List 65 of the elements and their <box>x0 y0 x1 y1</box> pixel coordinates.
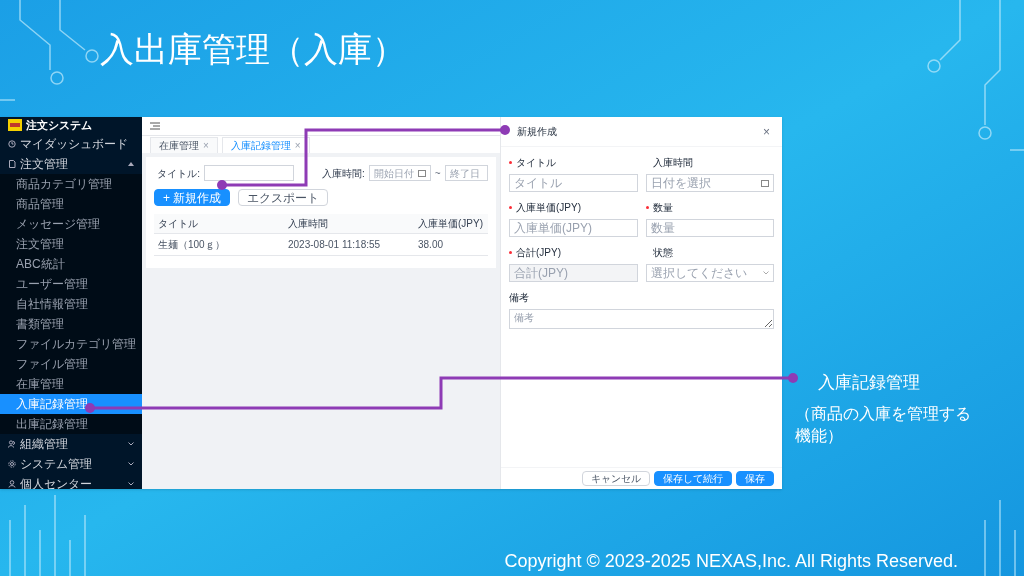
remark-textarea[interactable]: 備考 <box>509 309 774 329</box>
tab[interactable]: 在庫管理 × <box>150 137 218 153</box>
field-label: 入庫単価(JPY) <box>509 200 581 215</box>
document-icon <box>8 159 16 168</box>
menu-item[interactable]: システム管理 <box>0 453 142 474</box>
people-icon <box>8 439 16 448</box>
app-title: 注文システム <box>26 118 92 133</box>
connector-dot <box>85 403 95 413</box>
callout-description: （商品の入庫を管理する機能） <box>795 404 972 446</box>
column-header: タイトル <box>158 217 199 231</box>
submenu-item[interactable]: ファイルカテゴリ管理 <box>0 333 142 354</box>
slide-title: 入出庫管理（入庫） <box>100 32 406 66</box>
input-field: 合計(JPY) <box>509 264 638 282</box>
submenu-item[interactable]: 在庫管理 <box>0 373 142 394</box>
submenu-item[interactable]: 自社情報管理 <box>0 293 142 314</box>
cancel-button[interactable]: キャンセル <box>582 471 650 486</box>
clock-icon <box>8 139 16 148</box>
chevron-down-icon <box>128 441 134 446</box>
menu-item[interactable]: マイダッシュボード <box>0 133 142 154</box>
submenu-item[interactable]: 出庫記録管理 <box>0 413 142 434</box>
menu-item[interactable]: 個人センター <box>0 473 142 489</box>
field-label: 数量 <box>645 200 673 215</box>
submenu-item[interactable]: ファイル管理 <box>0 353 142 374</box>
calendar-icon <box>761 179 769 187</box>
copyright-text: Copyright © 2023-2025 NEXAS,Inc. All Rights Reserved. <box>504 550 958 573</box>
settings-icon <box>8 459 16 468</box>
chevron-down-icon <box>128 461 134 466</box>
submenu-item[interactable]: 注文管理 <box>0 233 142 254</box>
submenu-item[interactable]: 商品カテゴリ管理 <box>0 173 142 194</box>
column-header: 入庫単価(JPY) <box>418 217 484 231</box>
export-button[interactable]: エクスポート <box>238 189 329 206</box>
field-label: 入庫時間 <box>651 156 693 170</box>
remark-label: 備考 <box>509 291 530 305</box>
submenu-item[interactable]: ABC統計 <box>0 253 142 274</box>
chevron-down-icon <box>128 481 134 486</box>
logo-icon <box>8 119 22 132</box>
submenu-item[interactable]: ユーザー管理 <box>0 273 142 294</box>
chevron-up-icon <box>128 161 134 166</box>
callout-title: 入庫記録管理 <box>818 372 920 394</box>
time-label: 入庫時間: <box>322 166 365 181</box>
field-label: 合計(JPY) <box>509 245 561 260</box>
title-label: タイトル: <box>156 166 200 181</box>
range-separator: ~ <box>434 166 441 181</box>
drawer-title: 新規作成 <box>516 125 557 139</box>
calendar-icon <box>417 169 426 177</box>
column-header: 入庫時間 <box>288 217 329 231</box>
chevron-down-icon <box>763 271 769 275</box>
submenu-item[interactable]: メッセージ管理 <box>0 213 142 234</box>
close-button[interactable]: × <box>763 122 770 141</box>
table-cell-text: 2023-08-01 11:18:55 <box>288 238 382 252</box>
connector-dot <box>788 373 798 383</box>
title-input[interactable] <box>204 165 294 181</box>
submenu-item[interactable]: 書類管理 <box>0 313 142 334</box>
menu-item[interactable]: 組織管理 <box>0 433 142 454</box>
menu-icon[interactable] <box>150 122 160 130</box>
connector-dot <box>217 180 227 190</box>
table-cell-text: 38.00 <box>418 238 445 252</box>
table-cell-text: 生麺（100ｇ） <box>158 238 226 252</box>
field-label: タイトル <box>509 155 556 170</box>
person-icon <box>8 479 16 488</box>
tab-label[interactable]: 在庫管理 <box>159 138 199 153</box>
connector-dot <box>500 125 510 135</box>
field-label: 状態 <box>651 246 673 260</box>
submenu-item[interactable]: 商品管理 <box>0 193 142 214</box>
menu-item[interactable]: 注文管理 <box>0 153 142 174</box>
